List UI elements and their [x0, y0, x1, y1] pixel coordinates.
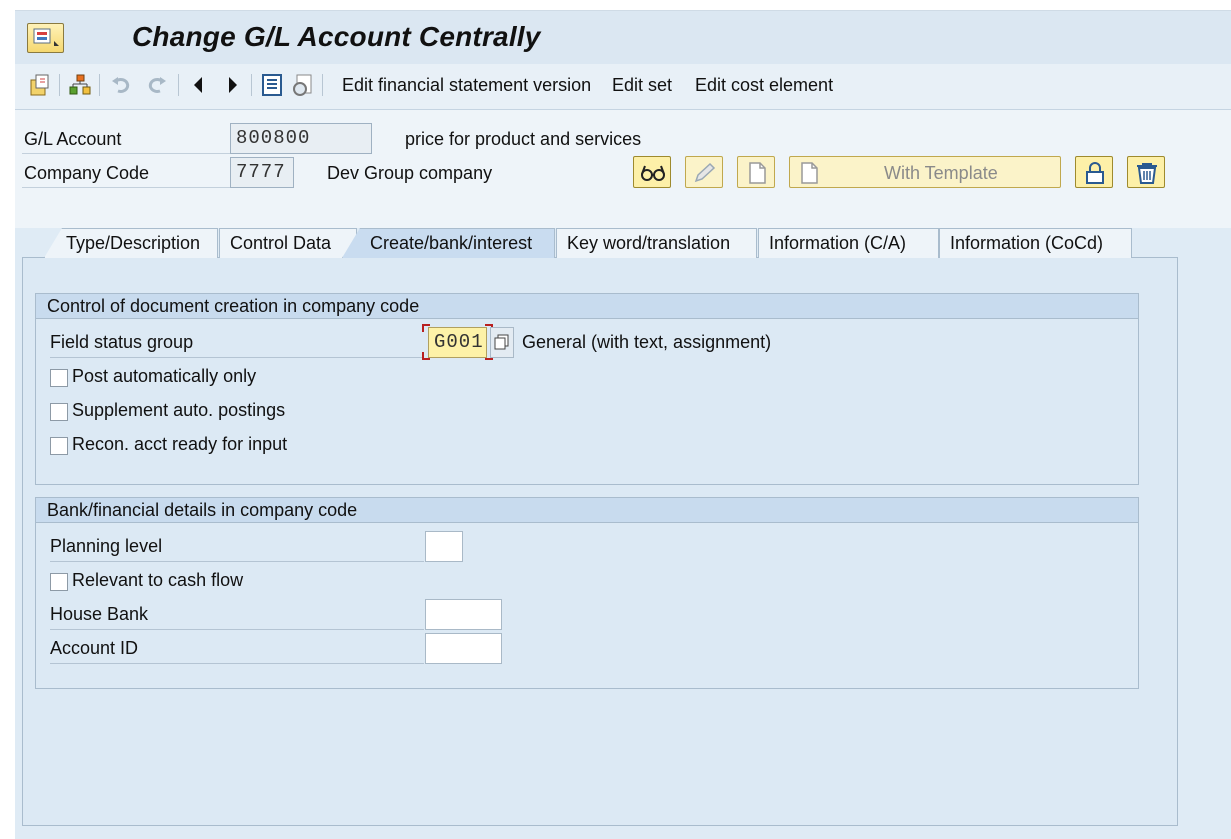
- document-icon: [801, 162, 818, 184]
- next-icon[interactable]: [220, 73, 244, 97]
- gl-account-label: G/L Account: [24, 129, 122, 149]
- account-id-input[interactable]: [425, 633, 502, 664]
- doc-creation-group: Control of document creation in company …: [35, 293, 1139, 485]
- label-underline: [50, 629, 424, 630]
- glasses-icon: [641, 165, 665, 181]
- doc-creation-group-title: Control of document creation in company …: [36, 294, 1138, 319]
- label-underline: [22, 153, 230, 154]
- planning-level-label: Planning level: [50, 536, 163, 556]
- application-toolbar: Edit financial statement version Edit se…: [15, 64, 1231, 110]
- company-code-description: Dev Group company: [327, 163, 493, 183]
- value-help-button[interactable]: [490, 327, 514, 358]
- field-status-group-label: Field status group: [50, 332, 194, 352]
- post-automatically-label: Post automatically only: [72, 366, 257, 386]
- lock-icon: [1086, 162, 1104, 184]
- block-button[interactable]: [1075, 156, 1113, 188]
- recon-acct-input-checkbox[interactable]: [50, 437, 68, 455]
- toolbar-separator: [59, 74, 60, 96]
- edit-cost-element-link[interactable]: Edit cost element: [695, 75, 833, 96]
- tab-key-word-translation[interactable]: Key word/translation: [556, 228, 757, 258]
- edit-fs-version-link[interactable]: Edit financial statement version: [342, 75, 591, 96]
- tab-control-data[interactable]: Control Data: [219, 228, 357, 258]
- with-template-button[interactable]: With Template: [789, 156, 1061, 188]
- house-bank-label: House Bank: [50, 604, 149, 624]
- bank-details-group-title: Bank/financial details in company code: [36, 498, 1138, 523]
- gl-account-field[interactable]: 800800: [230, 123, 372, 154]
- value-help-icon: [494, 334, 509, 350]
- change-mode-icon[interactable]: [28, 73, 52, 97]
- tab-information-cocd[interactable]: Information (CoCd): [939, 228, 1132, 258]
- label-underline: [50, 357, 424, 358]
- supplement-auto-postings-label: Supplement auto. postings: [72, 400, 286, 420]
- document-icon: [749, 162, 766, 184]
- redo-icon[interactable]: [144, 73, 168, 97]
- where-used-icon[interactable]: [260, 73, 284, 97]
- delete-button[interactable]: [1127, 156, 1165, 188]
- transaction-menu-icon[interactable]: [27, 23, 64, 53]
- tab-panel: Control of document creation in company …: [22, 257, 1178, 826]
- display-change-button[interactable]: [633, 156, 671, 188]
- company-code-label: Company Code: [24, 163, 150, 183]
- title-bar: Change G/L Account Centrally: [15, 10, 1231, 64]
- gl-account-description: price for product and services: [405, 129, 642, 149]
- account-id-label: Account ID: [50, 638, 139, 658]
- supplement-auto-postings-checkbox[interactable]: [50, 403, 68, 421]
- company-code-field[interactable]: 7777: [230, 157, 294, 188]
- field-status-group-input[interactable]: G001: [428, 327, 487, 358]
- recon-acct-input-label: Recon. acct ready for input: [72, 434, 288, 454]
- toolbar-separator: [251, 74, 252, 96]
- bank-details-group: Bank/financial details in company code P…: [35, 497, 1139, 689]
- label-underline: [22, 187, 230, 188]
- toolbar-separator: [99, 74, 100, 96]
- pencil-icon: [694, 162, 716, 183]
- house-bank-input[interactable]: [425, 599, 502, 630]
- field-status-group-description: General (with text, assignment): [522, 332, 772, 352]
- display-icon[interactable]: [291, 73, 315, 97]
- tab-information-ca[interactable]: Information (C/A): [758, 228, 939, 258]
- toolbar-separator: [178, 74, 179, 96]
- tab-type-description[interactable]: Type/Description: [44, 228, 218, 258]
- previous-icon[interactable]: [187, 73, 211, 97]
- page-title: Change G/L Account Centrally: [132, 21, 541, 52]
- undo-icon[interactable]: [110, 73, 134, 97]
- toolbar-separator: [322, 74, 323, 96]
- with-template-label: With Template: [884, 163, 998, 183]
- hierarchy-icon[interactable]: [68, 73, 92, 97]
- label-underline: [50, 663, 424, 664]
- tab-strip-container: Control of document creation in company …: [22, 228, 1178, 826]
- create-button[interactable]: [737, 156, 775, 188]
- trash-icon: [1137, 163, 1157, 184]
- tab-create-bank-interest[interactable]: Create/bank/interest: [342, 228, 555, 258]
- post-automatically-checkbox[interactable]: [50, 369, 68, 387]
- label-underline: [50, 561, 424, 562]
- relevant-cash-flow-label: Relevant to cash flow: [72, 570, 244, 590]
- planning-level-input[interactable]: [425, 531, 463, 562]
- relevant-cash-flow-checkbox[interactable]: [50, 573, 68, 591]
- edit-set-link[interactable]: Edit set: [612, 75, 672, 96]
- edit-button[interactable]: [685, 156, 723, 188]
